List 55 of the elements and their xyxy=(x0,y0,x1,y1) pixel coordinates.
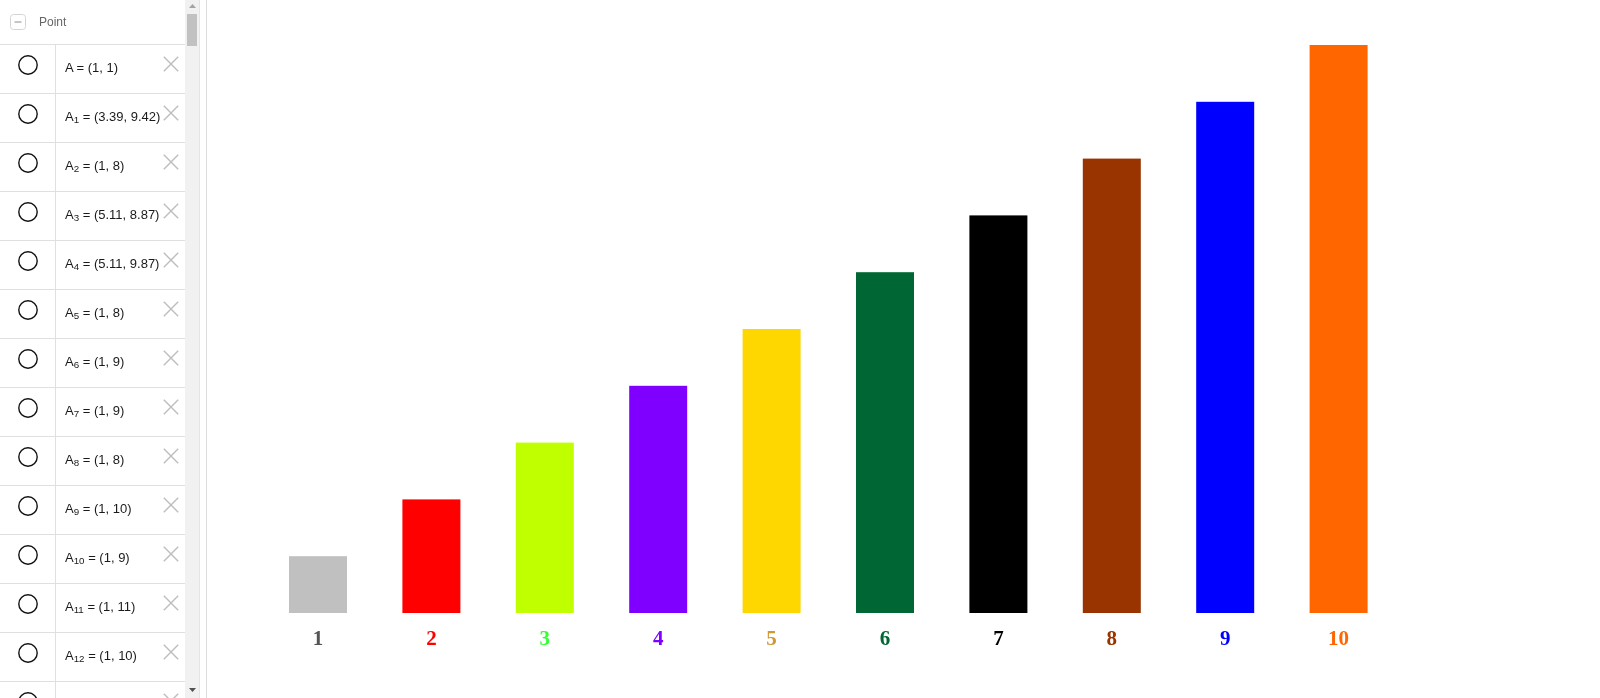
bar-label: 3 xyxy=(539,626,551,650)
bar-label: 7 xyxy=(993,626,1004,650)
cross-icon[interactable] xyxy=(163,595,179,611)
point-definition[interactable]: A = (1, 1) xyxy=(65,58,163,78)
cross-icon[interactable] xyxy=(163,105,179,121)
point-definition[interactable]: A$_{11}$ = (1, 11) xyxy=(65,597,163,617)
visibility-circle-icon[interactable] xyxy=(17,545,38,565)
visibility-circle-icon[interactable] xyxy=(17,496,38,516)
visibility-circle-icon[interactable] xyxy=(17,447,38,467)
cross-icon[interactable] xyxy=(163,399,179,415)
cross-icon[interactable] xyxy=(163,448,179,464)
bar-label: 1 xyxy=(312,626,324,650)
visibility-circle-icon[interactable] xyxy=(17,300,38,320)
point-definition[interactable]: A$_{1}$ = (3.39, 9.42) xyxy=(65,107,163,127)
scrollbar-track[interactable] xyxy=(185,0,200,698)
cross-icon[interactable] xyxy=(163,497,179,513)
cross-icon[interactable] xyxy=(163,154,179,170)
cross-icon[interactable] xyxy=(163,546,179,562)
point-definition[interactable]: A$_{8}$ = (1, 8) xyxy=(65,450,163,470)
visibility-circle-icon[interactable] xyxy=(17,594,38,614)
cross-icon[interactable] xyxy=(163,301,179,317)
visibility-circle-icon[interactable] xyxy=(17,55,38,75)
visibility-circle-icon[interactable] xyxy=(17,349,38,369)
visibility-circle-icon[interactable] xyxy=(17,398,38,418)
visibility-circle-icon[interactable] xyxy=(17,643,38,663)
cross-icon[interactable] xyxy=(163,56,179,72)
visibility-circle-icon[interactable] xyxy=(17,153,38,173)
cross-icon[interactable] xyxy=(163,350,179,366)
point-definition[interactable]: A$_{10}$ = (1, 9) xyxy=(65,548,163,568)
bar-label: 4 xyxy=(652,626,664,650)
collapse-icon[interactable] xyxy=(10,14,26,30)
bar-label: 10 xyxy=(1328,626,1350,650)
scroll-down-arrow-icon[interactable] xyxy=(189,688,196,692)
point-definition[interactable]: A$_{7}$ = (1, 9) xyxy=(65,401,163,421)
bar-label: 9 xyxy=(1219,626,1231,650)
bar-label: 2 xyxy=(426,626,437,650)
bar-label: 8 xyxy=(1106,626,1118,650)
cross-icon[interactable] xyxy=(163,203,179,219)
visibility-circle-icon[interactable] xyxy=(17,202,38,222)
scroll-up-arrow-icon[interactable] xyxy=(189,4,196,8)
visibility-circle-icon[interactable] xyxy=(17,104,38,124)
cross-icon[interactable] xyxy=(163,252,179,268)
point-definition[interactable]: A$_{9}$ = (1, 10) xyxy=(65,499,163,519)
point-definition[interactable]: A$_{3}$ = (5.11, 8.87) xyxy=(65,205,163,225)
group-label: Point xyxy=(39,14,67,31)
bar-label: 6 xyxy=(879,626,891,650)
point-definition[interactable]: A$_{4}$ = (5.11, 9.87) xyxy=(65,254,163,274)
point-definition[interactable]: A$_{5}$ = (1, 8) xyxy=(65,303,163,323)
point-definition[interactable]: A$_{6}$ = (1, 9) xyxy=(65,352,163,372)
point-definition[interactable]: A$_{2}$ = (1, 8) xyxy=(65,156,163,176)
scrollbar-thumb[interactable] xyxy=(187,14,197,46)
bar-label: 5 xyxy=(766,626,777,650)
point-definition[interactable]: A$_{12}$ = (1, 10) xyxy=(65,646,163,666)
cross-icon[interactable] xyxy=(163,644,179,660)
visibility-circle-icon[interactable] xyxy=(17,251,38,271)
